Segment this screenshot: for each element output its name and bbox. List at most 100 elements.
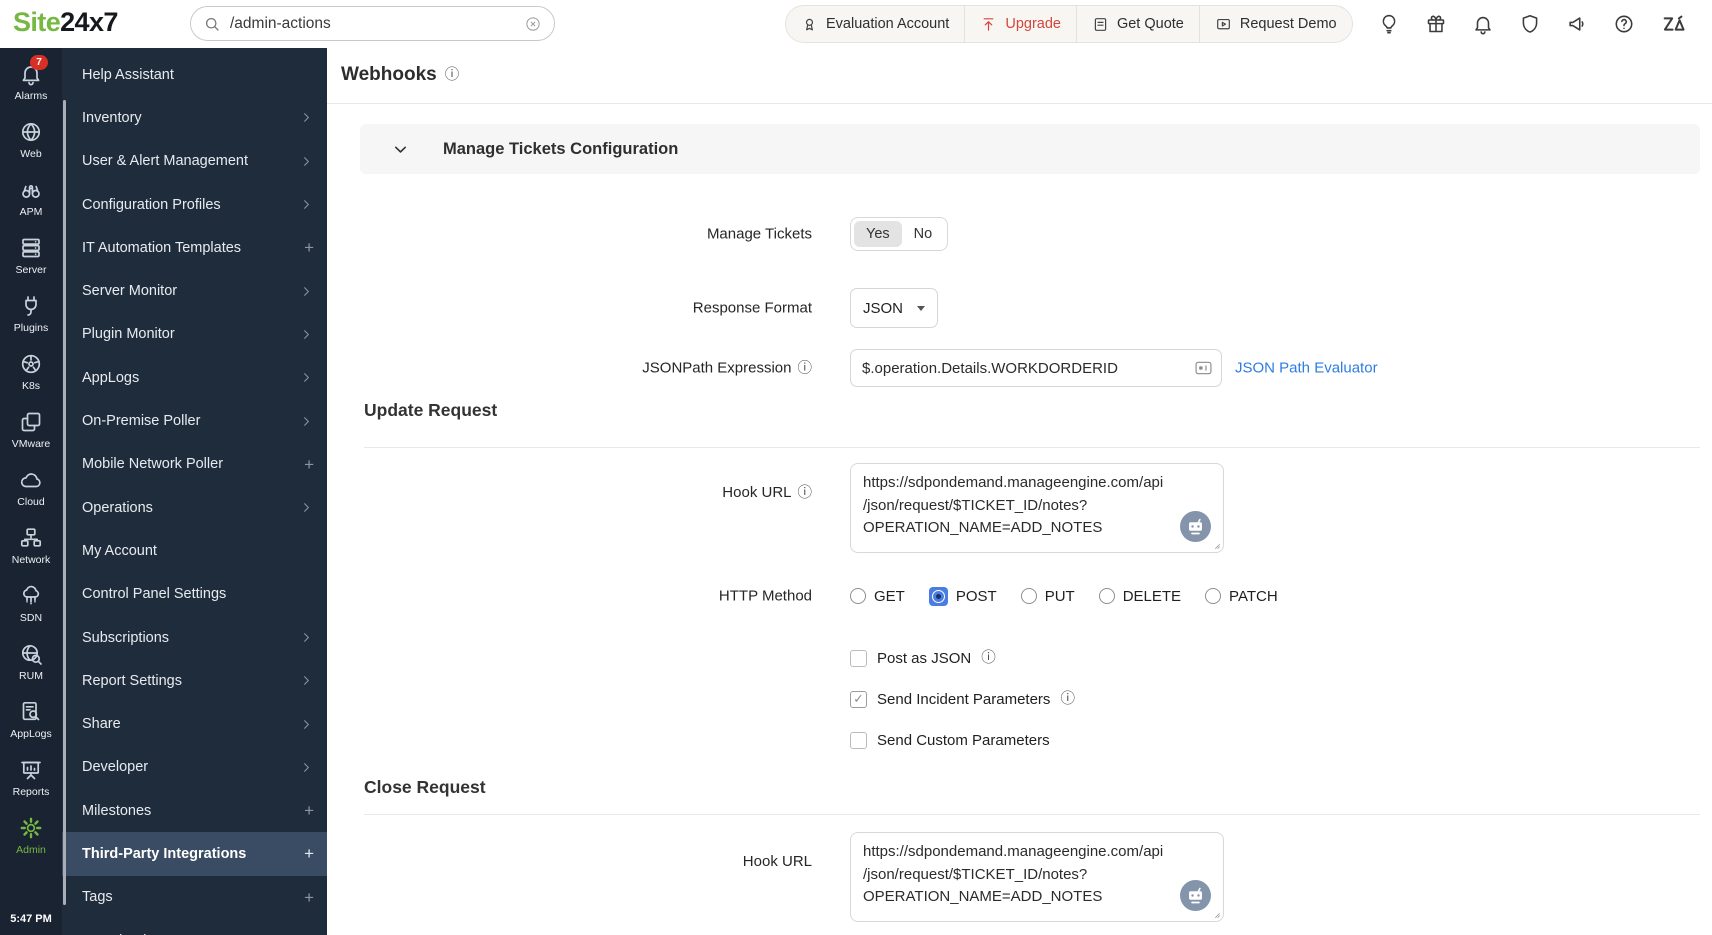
account-menu-item-upgrade[interactable]: Upgrade <box>964 6 1076 42</box>
sidebar-item-help-assistant[interactable]: Help Assistant <box>62 53 327 96</box>
rail-item-web[interactable]: Web <box>0 111 62 169</box>
insert-variable-icon[interactable] <box>1193 358 1214 379</box>
resize-handle-icon[interactable] <box>1209 538 1221 550</box>
account-menu-item-evaluation-account[interactable]: Evaluation Account <box>786 6 964 42</box>
sidebar-item-mobile-network-poller[interactable]: Mobile Network Poller + <box>62 443 327 486</box>
info-icon[interactable] <box>981 651 996 666</box>
chevron-right-icon <box>299 370 314 385</box>
bell-icon[interactable] <box>1472 13 1494 35</box>
ribbon-icon <box>801 16 818 33</box>
manage-tickets-toggle[interactable]: Yes No <box>850 217 949 251</box>
close-hook-url-row: Hook URL https://sdpondemand.manageengin… <box>327 832 1712 922</box>
manage-tickets-configuration-panel[interactable]: Manage Tickets Configuration <box>360 124 1700 174</box>
account-menu-item-get-quote[interactable]: Get Quote <box>1075 6 1199 42</box>
hook-url-value: https://sdpondemand.manageengine.com/api… <box>863 474 1164 536</box>
http-method-radio-delete[interactable]: DELETE <box>1098 588 1181 605</box>
megaphone-icon[interactable] <box>1566 13 1588 35</box>
rail-item-alarms[interactable]: 7 Alarms <box>0 53 62 111</box>
http-method-radio-put[interactable]: PUT <box>1020 587 1075 605</box>
bulb-icon[interactable] <box>1378 13 1400 35</box>
checkbox-row-send-custom-parameters[interactable]: Send Custom Parameters <box>850 730 1075 750</box>
info-icon[interactable] <box>798 486 813 501</box>
sidebar-item-operations[interactable]: Operations <box>62 486 327 529</box>
rail-item-reports[interactable]: Reports <box>0 749 62 807</box>
module-rail: 7 Alarms Web APM Server Plugins K8s VMware Cloud… <box>0 48 62 935</box>
site24x7-logo[interactable]: Site24x7 <box>13 7 118 38</box>
sidebar-item-label: Control Panel Settings <box>82 586 227 603</box>
account-menu-item-request-demo[interactable]: Request Demo <box>1198 6 1352 42</box>
sidebar-item-my-account[interactable]: My Account <box>62 529 327 572</box>
sidebar-item-developer[interactable]: Developer <box>62 746 327 789</box>
info-icon[interactable] <box>445 68 460 83</box>
checkbox-row-post-as-json[interactable]: Post as JSON <box>850 648 1075 668</box>
jsonpath-row: JSONPath Expression $.operation.Details.… <box>327 349 1712 387</box>
robot-insert-icon[interactable] <box>1180 511 1211 542</box>
jsonpath-input[interactable]: $.operation.Details.WORKDORDERID <box>850 349 1222 387</box>
sidebar-item-server-monitor[interactable]: Server Monitor <box>62 269 327 312</box>
main-content: Webhooks Manage Tickets Configuration Ma… <box>327 48 1712 935</box>
checkbox-icon[interactable] <box>850 649 867 667</box>
gift-icon[interactable] <box>1425 13 1447 35</box>
rail-item-apm[interactable]: APM <box>0 169 62 227</box>
rail-item-admin[interactable]: Admin <box>0 807 62 865</box>
resize-handle-icon[interactable] <box>1209 907 1221 919</box>
info-icon[interactable] <box>798 362 813 377</box>
http-method-radio-get[interactable]: GET <box>850 588 905 605</box>
shield-icon[interactable] <box>1519 13 1541 35</box>
json-path-evaluator-link[interactable]: JSON Path Evaluator <box>1235 360 1378 377</box>
sidebar-item-plugin-monitor[interactable]: Plugin Monitor <box>62 313 327 356</box>
page-title: Webhooks <box>341 64 437 85</box>
sidebar-item-report-settings[interactable]: Report Settings <box>62 659 327 702</box>
sidebar-item-applogs[interactable]: AppLogs <box>62 356 327 399</box>
plus-icon: + <box>304 887 314 907</box>
help-icon[interactable] <box>1613 13 1635 35</box>
sidebar-item-label: Operations <box>82 499 153 516</box>
sidebar-item-inventory[interactable]: Inventory <box>62 96 327 139</box>
manage-tickets-option-yes[interactable]: Yes <box>854 221 902 247</box>
manage-tickets-label: Manage Tickets <box>706 225 812 243</box>
clear-search-icon[interactable] <box>524 15 542 33</box>
info-icon[interactable] <box>1060 692 1075 707</box>
http-method-radio-patch[interactable]: PATCH <box>1205 588 1278 605</box>
sidebar-item-user-alert-management[interactable]: User & Alert Management <box>62 140 327 183</box>
rail-item-vmware[interactable]: VMware <box>0 401 62 459</box>
chevron-right-icon <box>299 284 314 299</box>
radio-label: PATCH <box>1229 587 1278 605</box>
radio-label: PUT <box>1044 587 1075 605</box>
http-method-radio-post[interactable]: POST <box>928 586 997 606</box>
rail-item-cloud[interactable]: Cloud <box>0 459 62 517</box>
section-divider <box>364 814 1700 815</box>
chevron-down-icon[interactable] <box>391 140 410 159</box>
global-search-input[interactable]: /admin-actions <box>190 6 555 41</box>
close-hook-url-textarea[interactable]: https://sdpondemand.manageengine.com/api… <box>850 832 1224 922</box>
update-hook-url-textarea[interactable]: https://sdpondemand.manageengine.com/api… <box>850 463 1224 553</box>
plus-icon: + <box>304 238 314 258</box>
checkbox-checked-icon[interactable] <box>850 690 867 708</box>
sidebar-scrollbar[interactable] <box>63 100 66 905</box>
manage-tickets-option-no[interactable]: No <box>902 221 945 247</box>
zoho-icon[interactable] <box>1660 10 1688 38</box>
rail-item-plugins[interactable]: Plugins <box>0 285 62 343</box>
sidebar-item-subscriptions[interactable]: Subscriptions <box>62 616 327 659</box>
sidebar-item-control-panel-settings[interactable]: Control Panel Settings <box>62 573 327 616</box>
rail-item-sdn[interactable]: SDN <box>0 575 62 633</box>
sidebar-item-share[interactable]: Share <box>62 702 327 745</box>
sidebar-item-third-party-integrations[interactable]: Third-Party Integrations + <box>62 832 327 876</box>
sidebar-item-it-automation-templates[interactable]: IT Automation Templates + <box>62 226 327 269</box>
checkbox-row-send-incident-parameters[interactable]: Send Incident Parameters <box>850 689 1075 709</box>
sidebar-item-on-premise-poller[interactable]: On-Premise Poller <box>62 399 327 442</box>
response-format-select[interactable]: JSON <box>850 288 938 328</box>
rail-item-applogs[interactable]: AppLogs <box>0 691 62 749</box>
robot-insert-icon[interactable] <box>1180 880 1211 911</box>
checkbox-icon[interactable] <box>850 731 867 749</box>
sidebar-item-milestones[interactable]: Milestones + <box>62 789 327 832</box>
sidebar-item-configuration-profiles[interactable]: Configuration Profiles <box>62 183 327 226</box>
rail-item-network[interactable]: Network <box>0 517 62 575</box>
sidebar-item-tags[interactable]: Tags + <box>62 876 327 919</box>
rail-item-server[interactable]: Server <box>0 227 62 285</box>
rail-item-rum[interactable]: RUM <box>0 633 62 691</box>
chevron-right-icon <box>299 154 314 169</box>
sidebar-item-downloads[interactable]: Downloads <box>62 919 327 935</box>
rail-item-k8s[interactable]: K8s <box>0 343 62 401</box>
sidebar-item-label: Configuration Profiles <box>82 196 221 213</box>
